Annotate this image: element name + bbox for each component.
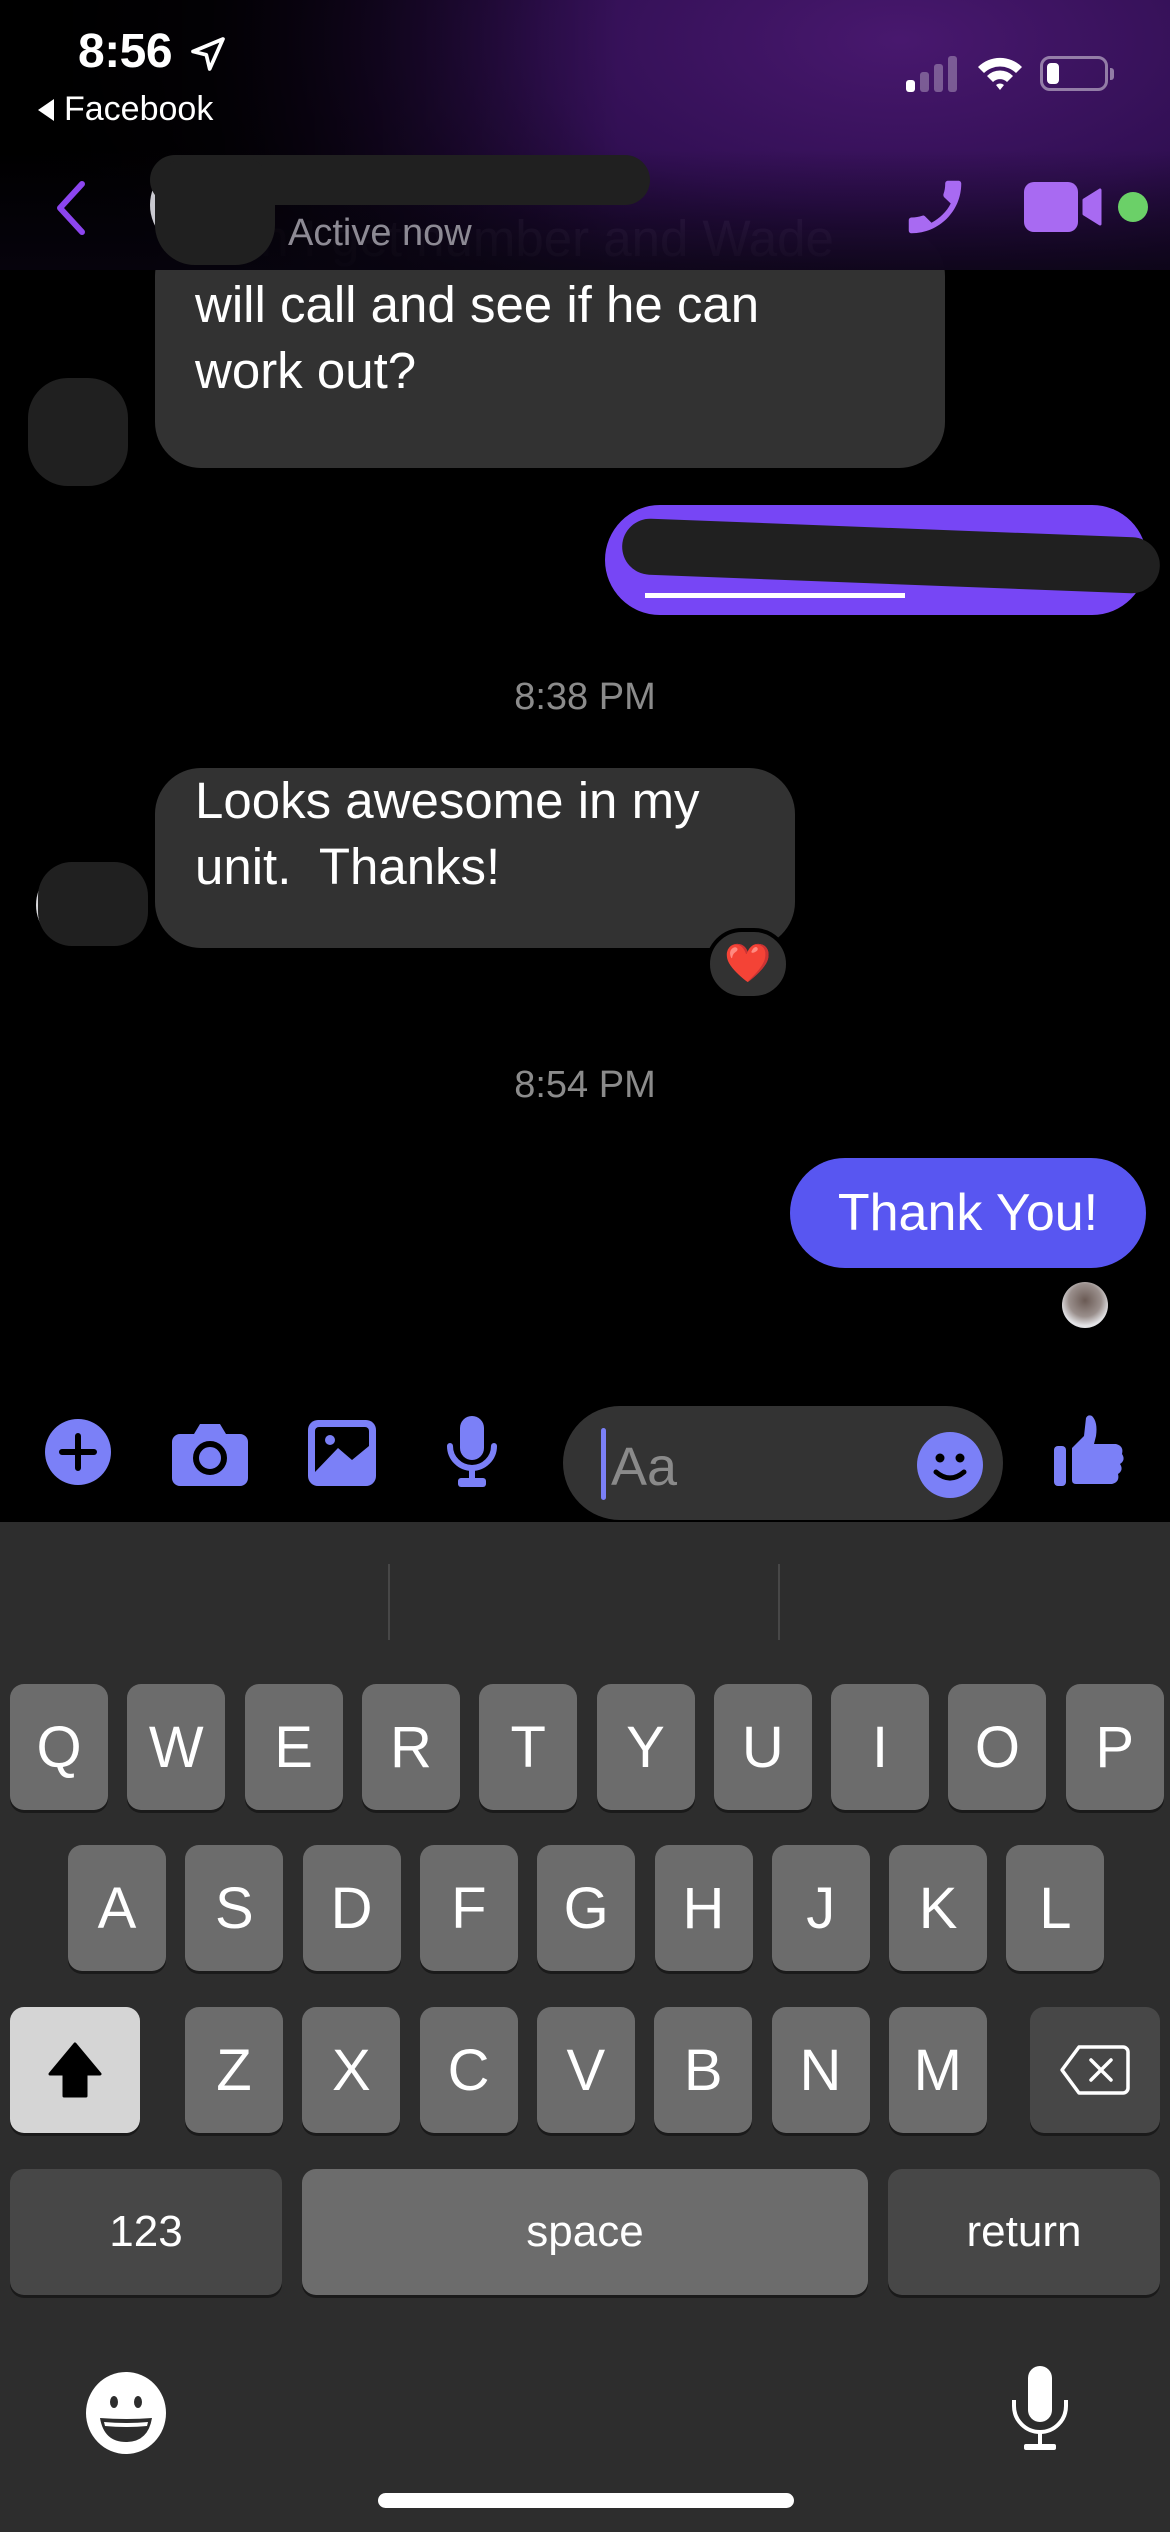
link-underline [645, 593, 905, 598]
redacted-sender-avatar [38, 862, 148, 946]
status-time: 8:56 [78, 25, 173, 78]
message-line: work out? [195, 342, 417, 399]
message-input-placeholder: Aa [611, 1437, 678, 1497]
heart-reaction-icon[interactable]: ❤️ [706, 928, 790, 1000]
key-b[interactable]: B [654, 2007, 753, 2133]
key-y[interactable]: Y [596, 1684, 695, 1810]
message-line: Looks awesome in my [195, 772, 700, 829]
key-d[interactable]: D [302, 1845, 401, 1971]
numbers-key[interactable]: 123 [10, 2169, 282, 2295]
key-q[interactable]: Q [10, 1684, 108, 1810]
like-icon[interactable] [1054, 1414, 1126, 1488]
key-t[interactable]: T [479, 1684, 578, 1810]
back-triangle-icon [38, 98, 54, 121]
chat-header: 8:56 Facebook Active now [0, 0, 1170, 270]
key-j[interactable]: J [771, 1845, 870, 1971]
return-key[interactable]: return [888, 2169, 1160, 2295]
text-caret [601, 1428, 606, 1500]
battery-icon [1040, 56, 1114, 91]
message-bubble-incoming[interactable]: Looks awesome in my unit. Thanks! [155, 768, 795, 948]
key-p[interactable]: P [1065, 1684, 1164, 1810]
camera-icon[interactable] [172, 1420, 248, 1486]
message-line: unit. Thanks! [195, 838, 501, 895]
key-e[interactable]: E [244, 1684, 343, 1810]
key-s[interactable]: S [185, 1845, 284, 1971]
key-g[interactable]: G [537, 1845, 636, 1971]
timestamp-divider: 8:54 PM [514, 1064, 656, 1106]
presence-status: Active now [288, 212, 472, 254]
key-c[interactable]: C [419, 2007, 518, 2133]
delete-key[interactable] [1030, 2007, 1160, 2133]
key-u[interactable]: U [713, 1684, 812, 1810]
phone-call-icon[interactable] [900, 172, 970, 242]
key-w[interactable]: W [127, 1684, 226, 1810]
suggestion-divider [778, 1564, 780, 1640]
wifi-icon [978, 57, 1022, 90]
shift-key[interactable] [10, 2007, 140, 2133]
back-chevron-icon[interactable] [52, 178, 92, 238]
back-app-label: Facebook [64, 90, 214, 128]
key-o[interactable]: O [948, 1684, 1047, 1810]
gallery-icon[interactable] [308, 1420, 376, 1486]
mic-icon[interactable] [446, 1416, 498, 1488]
message-bubble-outgoing[interactable]: Thank You! [790, 1158, 1146, 1268]
space-key[interactable]: space [302, 2169, 868, 2295]
key-l[interactable]: L [1006, 1845, 1105, 1971]
backspace-icon [1060, 2045, 1130, 2095]
key-x[interactable]: X [302, 2007, 401, 2133]
home-indicator[interactable] [378, 2493, 794, 2508]
back-to-app-link[interactable]: Facebook [38, 90, 213, 129]
plus-icon[interactable] [44, 1418, 112, 1486]
key-k[interactable]: K [889, 1845, 988, 1971]
key-v[interactable]: V [536, 2007, 635, 2133]
key-a[interactable]: A [68, 1845, 166, 1971]
video-call-icon[interactable] [1024, 180, 1106, 234]
key-h[interactable]: H [654, 1845, 753, 1971]
location-arrow-icon [191, 37, 225, 71]
message-input[interactable]: Aa [563, 1406, 1003, 1520]
key-f[interactable]: F [419, 1845, 518, 1971]
key-z[interactable]: Z [185, 2007, 283, 2133]
message-text: Thank You! [837, 1184, 1099, 1242]
online-indicator [1118, 192, 1148, 222]
shift-arrow-icon [48, 2042, 102, 2098]
redacted-sender-avatar [28, 378, 128, 486]
keyboard-emoji-icon[interactable] [86, 2372, 166, 2454]
dictation-mic-icon[interactable] [1010, 2366, 1070, 2452]
key-n[interactable]: N [771, 2007, 870, 2133]
message-line: will call and see if he can [195, 276, 760, 333]
key-i[interactable]: I [831, 1684, 930, 1810]
suggestion-divider [388, 1564, 390, 1640]
read-receipt-avatar [1062, 1282, 1108, 1328]
message-composer: Aa [0, 1380, 1170, 1520]
emoji-picker-icon[interactable] [917, 1432, 983, 1498]
key-m[interactable]: M [888, 2007, 987, 2133]
redacted-avatar-overlay [155, 155, 275, 265]
timestamp-divider: 8:38 PM [514, 676, 656, 718]
cellular-signal-icon [906, 56, 957, 92]
key-r[interactable]: R [361, 1684, 460, 1810]
